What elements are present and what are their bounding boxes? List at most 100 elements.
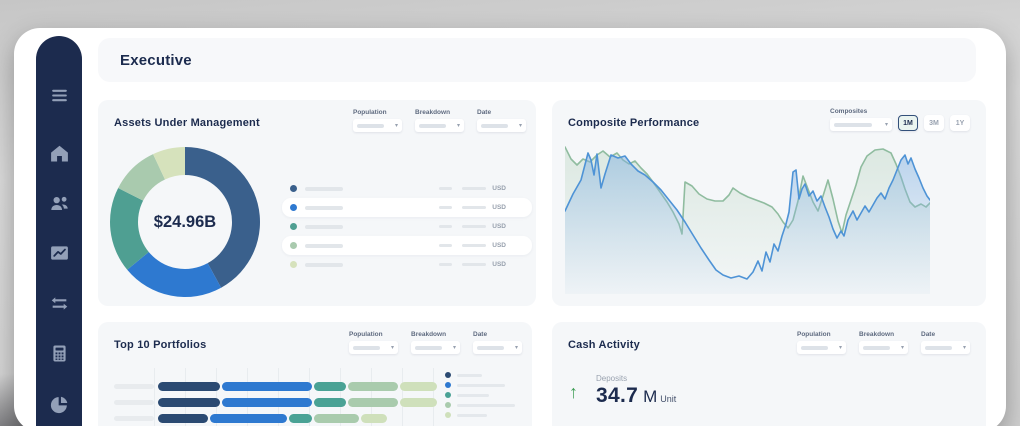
filter-date: Date▾ [477, 109, 526, 132]
range-button-1y[interactable]: 1Y [950, 115, 970, 131]
card-title: Composite Performance [568, 117, 699, 129]
range-toggle: 1M 3M 1Y [898, 115, 970, 131]
aum-donut-chart[interactable]: $24.96B [109, 146, 261, 298]
legend-name-placeholder [305, 244, 343, 248]
legend-amount-placeholder [462, 263, 486, 266]
filter-label: Breakdown [415, 109, 464, 116]
sidebar-item-calculator[interactable] [36, 340, 82, 366]
legend-dot [290, 204, 297, 211]
bar-segment-4 [348, 398, 398, 407]
chevron-down-icon: ▾ [963, 345, 966, 351]
legend-name-placeholder [305, 263, 343, 267]
donut-chart-svg [109, 146, 261, 298]
chevron-down-icon: ▾ [457, 123, 460, 129]
filter-select-population[interactable]: ▾ [353, 119, 402, 132]
bar-segment-1 [158, 398, 220, 407]
aum-filter-group: Population▾Breakdown▾Date▾ [353, 109, 526, 132]
filter-population: Population▾ [353, 109, 402, 132]
menu-button[interactable] [36, 82, 82, 108]
legend-dot [445, 372, 451, 378]
sidebar-item-clients[interactable] [36, 190, 82, 216]
filter-select-date[interactable]: ▾ [921, 341, 970, 354]
filter-select-population[interactable]: ▾ [797, 341, 846, 354]
filter-select-breakdown[interactable]: ▾ [411, 341, 460, 354]
legend-row[interactable]: USD [282, 236, 532, 255]
filter-breakdown: Breakdown ▾ [411, 331, 460, 354]
clients-icon [49, 193, 70, 214]
filter-placeholder [834, 123, 872, 127]
filter-select-date[interactable]: ▾ [477, 119, 526, 132]
legend-currency-label: USD [492, 242, 506, 249]
legend-item [445, 402, 515, 408]
filter-label: Breakdown [411, 331, 460, 338]
composite-area-chart[interactable] [565, 144, 930, 294]
filter-placeholder [481, 124, 508, 128]
top10-legend [445, 372, 515, 418]
filter-breakdown: Breakdown ▾ [415, 109, 464, 132]
filter-placeholder [863, 346, 890, 350]
filter-select-breakdown[interactable]: ▾ [415, 119, 464, 132]
legend-currency-label: USD [492, 204, 506, 211]
deposits-up-arrow-icon: ↑ [569, 382, 578, 403]
sidebar-item-home[interactable] [36, 140, 82, 166]
legend-row[interactable]: USD [282, 255, 532, 274]
card-cash-activity: Cash Activity Population▾Breakdown▾Date▾… [552, 322, 986, 426]
aum-legend: USD USD USD USD USD [282, 179, 532, 274]
filter-label: Composites [830, 108, 892, 115]
performance-icon [49, 242, 70, 263]
chevron-down-icon: ▾ [453, 345, 456, 351]
composites-filter: Composites ▾ [830, 108, 892, 131]
transfers-icon [49, 293, 70, 314]
legend-row[interactable]: USD [282, 217, 532, 236]
filter-select-population[interactable]: ▾ [349, 341, 398, 354]
bar-segment-5 [400, 398, 437, 407]
card-composite-performance: Composite Performance Composites ▾ 1M3M1… [552, 100, 986, 306]
legend-dot [445, 402, 451, 408]
filter-select-breakdown[interactable]: ▾ [859, 341, 908, 354]
sidebar-item-performance[interactable] [36, 239, 82, 265]
bar-segment-3 [289, 414, 312, 423]
filter-placeholder [477, 346, 504, 350]
legend-label-placeholder [457, 404, 515, 407]
legend-label-placeholder [457, 384, 505, 387]
legend-row[interactable]: USD [282, 198, 532, 217]
filter-label: Date [921, 331, 970, 338]
composite-controls: Composites ▾ 1M 3M 1Y [830, 108, 970, 131]
filter-placeholder [801, 346, 828, 350]
donut-slice-segment-2[interactable] [127, 252, 221, 297]
legend-dot [290, 223, 297, 230]
calculator-icon [49, 343, 70, 364]
legend-dot [290, 185, 297, 192]
filter-population: Population▾ [797, 331, 846, 354]
filter-select-date[interactable]: ▾ [473, 341, 522, 354]
allocation-pie-icon [49, 394, 70, 415]
card-top-10-portfolios: Top 10 Portfolios Population▾Breakdown▾D… [98, 322, 532, 426]
legend-name-placeholder [305, 206, 343, 210]
bar-segment-3 [314, 382, 346, 391]
legend-currency-label: USD [492, 223, 506, 230]
donut-slice-segment-1[interactable] [185, 147, 260, 288]
legend-currency-label: USD [492, 261, 506, 268]
legend-amount-placeholder [462, 225, 486, 228]
filter-placeholder [415, 346, 442, 350]
range-button-1m[interactable]: 1M [898, 115, 918, 131]
legend-item [445, 392, 515, 398]
filter-placeholder [353, 346, 380, 350]
deposits-metric: 34.7 M Unit [596, 384, 676, 408]
legend-row[interactable]: USD [282, 179, 532, 198]
portfolio-name-placeholder [114, 384, 154, 389]
chevron-down-icon: ▾ [885, 122, 888, 128]
sidebar-item-transfers[interactable] [36, 290, 82, 316]
filter-breakdown: Breakdown▾ [859, 331, 908, 354]
legend-dot [290, 242, 297, 249]
chevron-down-icon: ▾ [395, 123, 398, 129]
bar-segment-4 [314, 414, 359, 423]
home-icon [49, 143, 70, 164]
chevron-down-icon: ▾ [901, 345, 904, 351]
composites-select[interactable]: ▾ [830, 118, 892, 131]
sidebar-item-allocation[interactable] [36, 391, 82, 417]
filter-population: Population▾ [349, 331, 398, 354]
menu-icon [49, 85, 70, 106]
range-button-3m[interactable]: 3M [924, 115, 944, 131]
page-header: Executive [98, 38, 976, 82]
